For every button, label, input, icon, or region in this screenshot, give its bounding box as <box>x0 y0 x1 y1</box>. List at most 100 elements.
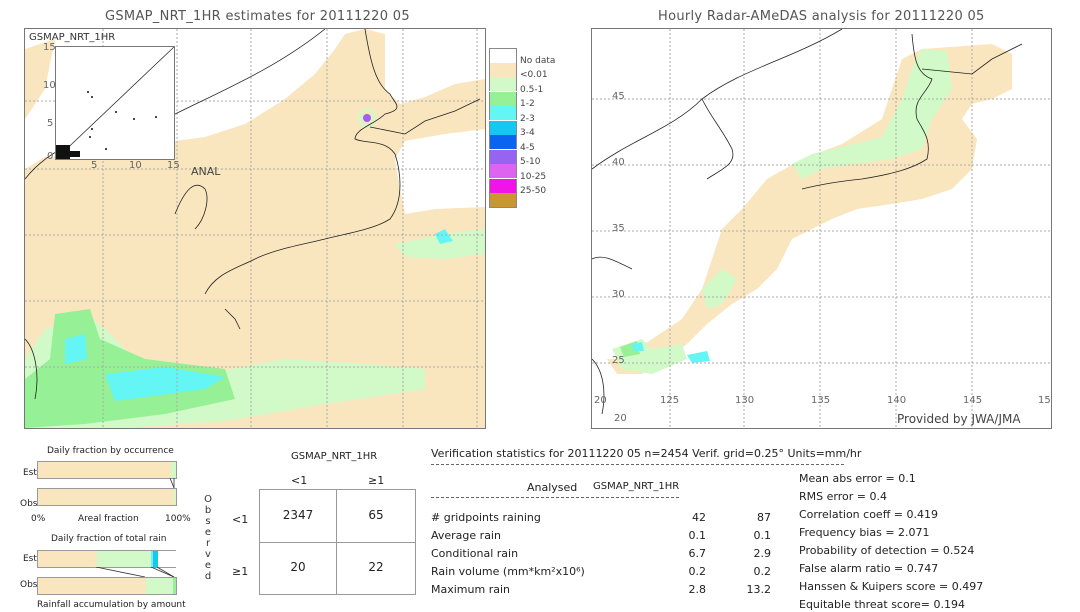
bar-segment <box>38 489 174 505</box>
legend-label: 4-5 <box>520 142 535 153</box>
stats-row-analysed: 0.1 <box>688 529 707 542</box>
stats-row-label: Conditional rain <box>431 547 519 560</box>
stats-score: Probability of detection = 0.524 <box>799 544 975 557</box>
stats-score: Mean abs error = 0.1 <box>799 472 916 485</box>
lat-tick: 40 <box>612 157 625 168</box>
occurrence-axis-left: 0% <box>31 514 46 524</box>
side-label-letter: s <box>205 516 211 527</box>
stats-score: Equitable threat score= 0.194 <box>799 598 965 611</box>
bar-segment <box>38 462 172 478</box>
data-credit: Provided by JWA/JMA <box>897 412 1021 426</box>
inset-xtick: 10 <box>129 160 142 171</box>
occurrence-axis-label: Areal fraction <box>78 514 139 524</box>
contingency-col-header: ≥1 <box>368 474 385 487</box>
stats-col-est: GSMAP_NRT_1HR <box>593 481 680 492</box>
analysis-heavy-2 <box>687 351 710 363</box>
legend-swatch <box>489 48 517 63</box>
occurrence-title: Daily fraction by occurrence <box>47 446 174 456</box>
legend-label: 3-4 <box>520 128 535 138</box>
lat-tick: 30 <box>612 289 625 300</box>
stats-score: Frequency bias = 2.071 <box>799 526 930 539</box>
legend-label: <0.01 <box>520 70 548 80</box>
legend-swatch <box>489 164 517 178</box>
right-map-title: Hourly Radar-AMeDAS analysis for 2011122… <box>658 9 985 24</box>
legend-swatch <box>489 77 517 91</box>
inset-title: GSMAP_NRT_1HR <box>29 32 116 43</box>
total-rain-obs-label: Obs <box>20 580 38 590</box>
inset-ytick: 5 <box>47 118 54 129</box>
bar-segment <box>171 462 176 478</box>
stats-score: RMS error = 0.4 <box>799 490 887 503</box>
stats-score: False alarm ratio = 0.747 <box>799 562 939 575</box>
color-legend: No data <0.01 0.5-1 1-2 2-3 3-4 4-5 5-10 10-25 25… <box>489 48 569 208</box>
side-label-letter: v <box>205 549 211 560</box>
lon-tick: 145 <box>963 395 983 406</box>
lon-tick: 125 <box>660 395 680 406</box>
stats-row-analysed: 0.2 <box>688 565 707 578</box>
legend-label: 2-3 <box>520 113 535 124</box>
legend-swatch <box>489 91 517 106</box>
lon-tick: 20 <box>594 395 607 406</box>
legend-label: No data <box>520 55 556 66</box>
scatter-inset: GSMAP_NRT_1HR 15 10 5 0 5 10 15 ANAL <box>25 29 220 179</box>
total-rain-title: Daily fraction of total rain <box>51 534 167 544</box>
legend-swatch <box>489 62 517 77</box>
total-rain-est-label: Est <box>23 554 37 564</box>
occurrence-est-bar <box>37 461 177 479</box>
inset-ytick: 0 <box>47 151 54 162</box>
legend-swatch <box>489 120 517 135</box>
lat-tick: 20 <box>614 413 627 424</box>
inset-ytick: 10 <box>43 80 56 91</box>
side-label-letter: e <box>204 527 212 538</box>
stats-row-est: 0.1 <box>753 529 772 542</box>
stats-row-analysed: 2.8 <box>688 583 707 596</box>
bar-segment <box>38 551 98 567</box>
occurrence-est-label: Est <box>23 468 37 478</box>
radar-map-graphic <box>592 29 1051 428</box>
inset-ytick: 15 <box>43 42 56 53</box>
legend-swatch <box>489 193 517 208</box>
inset-plot-area <box>55 46 175 160</box>
side-label-letter: e <box>204 560 212 571</box>
stats-header-divider <box>431 464 844 465</box>
inset-xtick: 15 <box>167 160 180 171</box>
legend-label: 5-10 <box>520 157 541 167</box>
rain-heavy-region <box>65 334 87 364</box>
stats-row-analysed: 6.7 <box>688 547 707 560</box>
lon-tick: 15 <box>1038 395 1051 406</box>
total-rain-est-bar <box>37 550 176 568</box>
stats-row-est: 2.9 <box>753 547 772 560</box>
radar-amedas-map: 45 40 35 30 25 20 20 125 130 135 140 145… <box>591 28 1052 429</box>
side-label-letter: b <box>204 505 212 516</box>
stats-score: Correlation coeff = 0.419 <box>799 508 938 521</box>
observed-side-label: Observed <box>203 494 213 582</box>
side-label-letter: d <box>204 571 212 582</box>
bar-segment <box>153 551 159 567</box>
contingency-title: GSMAP_NRT_1HR <box>291 451 378 462</box>
legend-label: 1-2 <box>520 99 535 109</box>
stats-row-label: Rain volume (mm*km²x10⁶) <box>431 565 585 578</box>
occurrence-obs-label: Obs <box>20 499 38 509</box>
scatter-points <box>56 91 157 159</box>
stats-row-analysed: 42 <box>692 511 706 524</box>
stats-score: Hanssen & Kuipers score = 0.497 <box>799 580 984 593</box>
lat-tick: 25 <box>612 355 625 366</box>
total-rain-obs-bar <box>37 577 177 595</box>
stats-row-est: 13.2 <box>746 583 772 596</box>
gsmap-estimate-map: GSMAP_NRT_1HR 15 10 5 0 5 10 15 ANAL <box>24 28 486 429</box>
bar-segment <box>38 578 146 594</box>
stats-row-label: Average rain <box>431 529 501 542</box>
lon-tick: 135 <box>811 395 831 406</box>
rain-peak-north <box>363 114 371 122</box>
legend-swatch <box>489 178 517 193</box>
stats-row-est: 0.2 <box>753 565 772 578</box>
lon-tick: 140 <box>887 395 907 406</box>
stats-row-label: Maximum rain <box>431 583 510 596</box>
legend-swatch <box>489 149 517 164</box>
lat-tick: 35 <box>612 223 625 234</box>
contingency-row-header: <1 <box>232 513 249 526</box>
inset-xlabel: ANAL <box>191 165 221 178</box>
side-label-letter: r <box>205 538 211 549</box>
contingency-col-header: <1 <box>291 474 308 487</box>
side-label-letter: O <box>204 494 212 505</box>
